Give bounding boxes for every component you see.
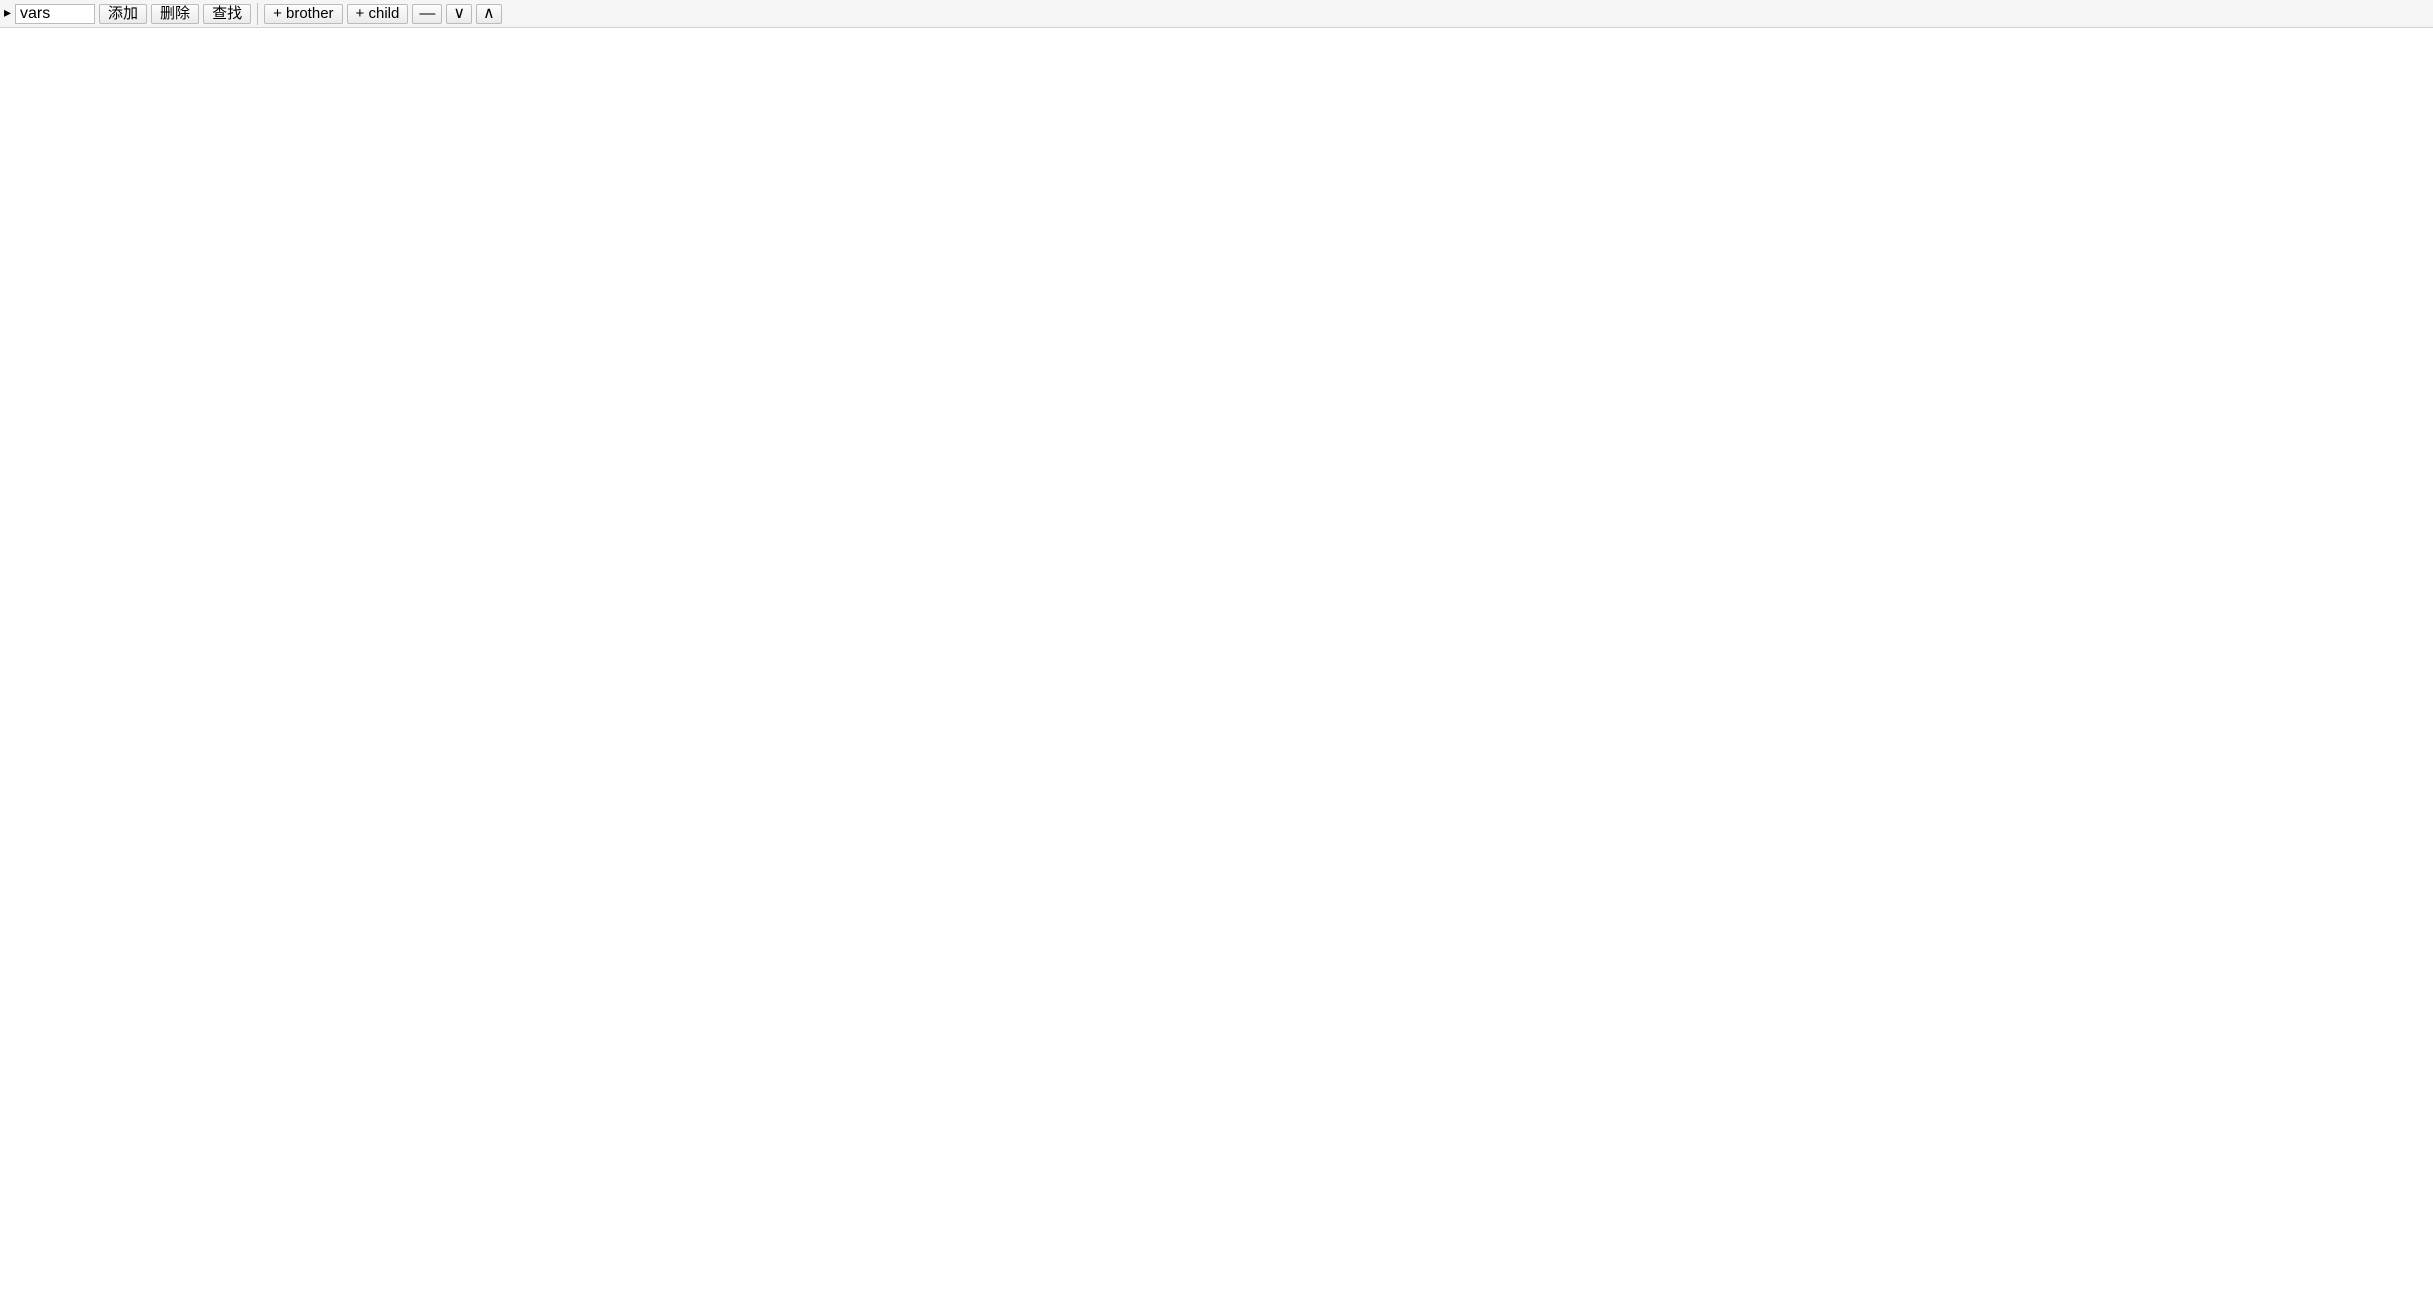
toolbar: ▸ 添加 删除 查找 + brother + child — ∨ ∧ — [0, 0, 2433, 28]
toolbar-divider — [257, 3, 258, 25]
delete-button[interactable]: 删除 — [151, 4, 199, 24]
chevron-icon: ▸ — [4, 4, 11, 21]
add-brother-button[interactable]: + brother — [264, 4, 342, 24]
node-name-input[interactable] — [15, 4, 95, 24]
find-button[interactable]: 查找 — [203, 4, 251, 24]
remove-button[interactable]: — — [412, 4, 442, 24]
move-up-button[interactable]: ∧ — [476, 4, 502, 24]
add-child-button[interactable]: + child — [347, 4, 409, 24]
move-down-button[interactable]: ∨ — [446, 4, 472, 24]
add-button[interactable]: 添加 — [99, 4, 147, 24]
